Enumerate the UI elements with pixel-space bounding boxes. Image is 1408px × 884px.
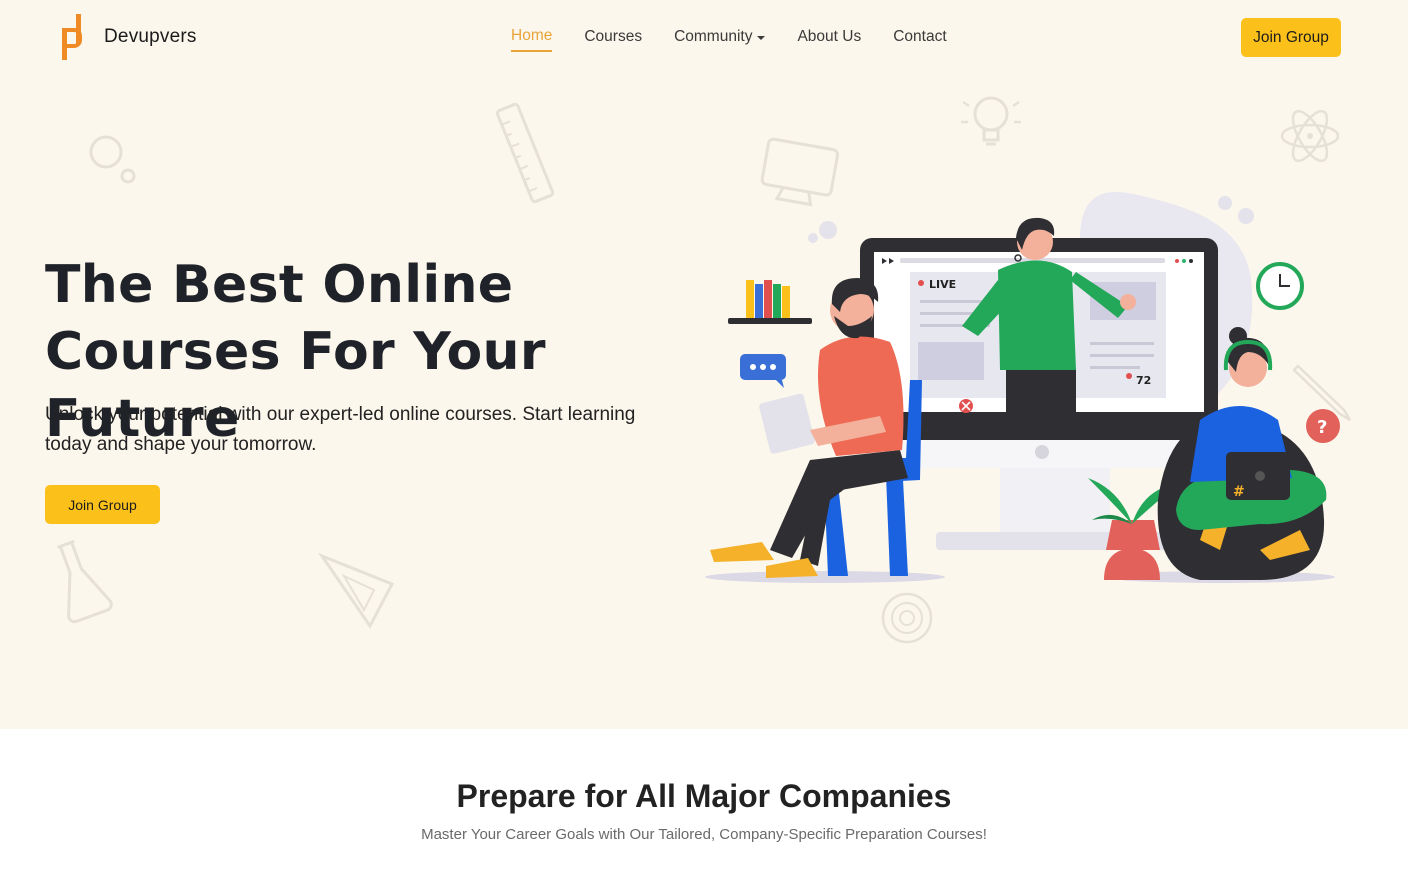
bubbles-deco-icon	[89, 135, 136, 184]
main-nav: Home Courses Community About Us Contact	[511, 27, 979, 52]
section-subtitle: Master Your Career Goals with Our Tailor…	[421, 826, 987, 843]
online-learning-illustration: LIVE 72 # ?	[705, 191, 1352, 583]
section-title: Prepare for All Major Companies	[456, 778, 952, 814]
hero-join-group-button[interactable]: Join Group	[45, 485, 160, 524]
hero-title-line1: The Best Online	[45, 255, 514, 315]
brand-name: Devupvers	[104, 26, 197, 47]
live-label: LIVE	[929, 278, 956, 291]
hash-badge: #	[1233, 484, 1245, 500]
ruler-deco-icon	[495, 102, 555, 204]
nav-contact[interactable]: Contact	[893, 27, 946, 52]
question-badge: ?	[1317, 417, 1327, 438]
nav-home[interactable]: Home	[511, 27, 553, 52]
caret-down-icon	[757, 36, 766, 40]
brand[interactable]: Devupvers	[58, 14, 197, 60]
viewer-count: 72	[1136, 374, 1151, 387]
header-join-group-button[interactable]: Join Group	[1241, 18, 1341, 57]
devupvers-logo-icon	[62, 14, 82, 60]
flask-deco-icon	[57, 539, 113, 624]
hero-description: Unlock your potential with our expert-le…	[45, 404, 636, 455]
set-square-deco-icon	[318, 552, 395, 629]
nav-courses[interactable]: Courses	[584, 27, 642, 52]
nav-about-us[interactable]: About Us	[797, 27, 861, 52]
hero-section: Devupvers Home Courses Community About U…	[0, 0, 1408, 729]
nav-community-label: Community	[674, 28, 753, 45]
nav-community[interactable]: Community	[674, 27, 766, 52]
